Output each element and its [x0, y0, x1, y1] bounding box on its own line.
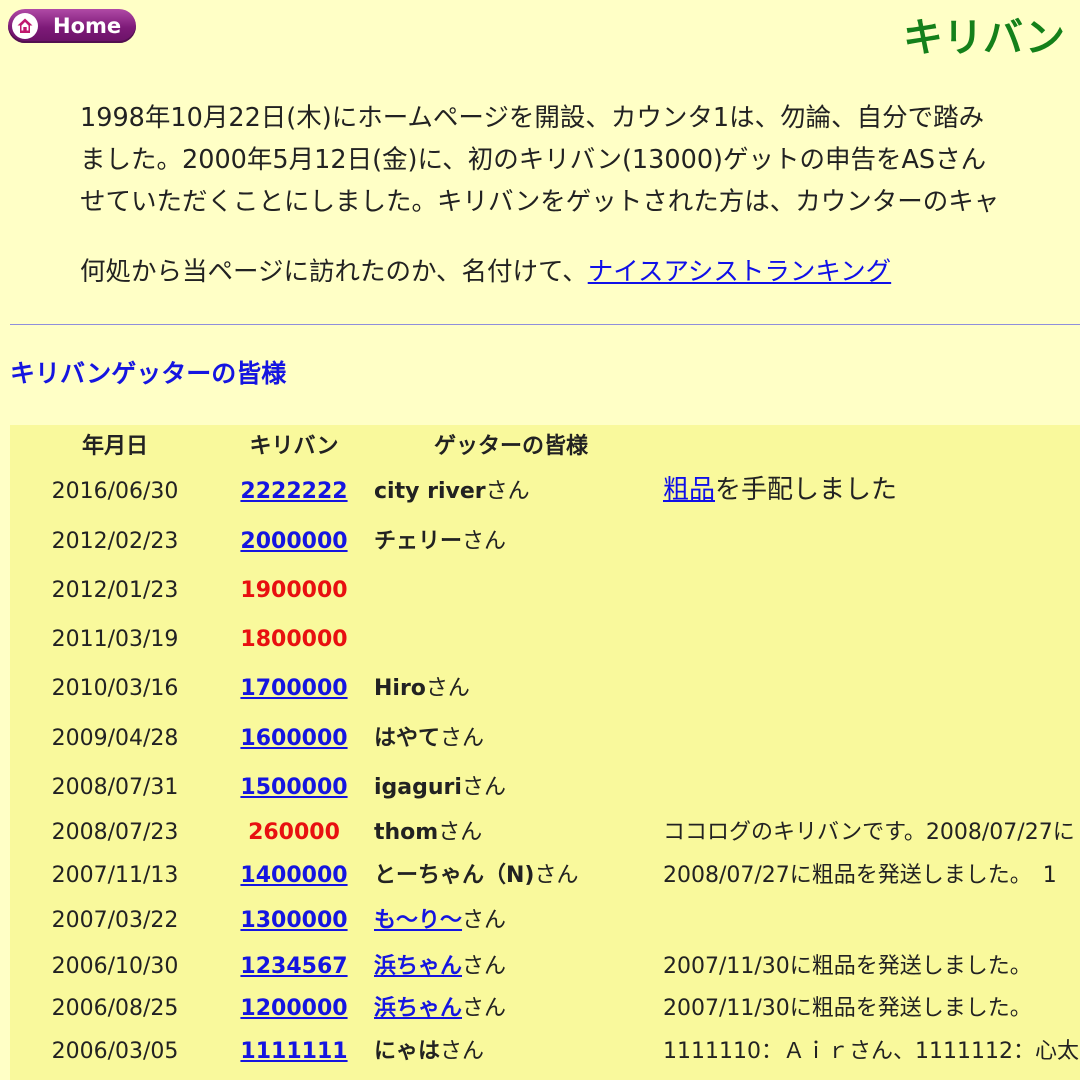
getter-name: にゃは — [374, 1039, 441, 1064]
row-date: 2012/01/23 — [51, 578, 179, 603]
row-note-text: 1111110：Ａｉｒさん、1111112：心太 — [663, 1039, 1079, 1064]
getter-honorific: さん — [534, 863, 579, 888]
getter-cell: チェリーさん — [374, 528, 506, 556]
getter-honorific: さん — [485, 479, 530, 504]
getter-name-link[interactable]: 浜ちゃん — [374, 954, 462, 979]
house-icon — [12, 13, 38, 39]
row-note-text: を手配しました — [715, 475, 898, 505]
nice-assist-paragraph: 何処から当ページに訪れたのか、名付けて、ナイスアシストランキング — [80, 251, 891, 293]
getter-cell: 浜ちゃんさん — [374, 953, 506, 981]
kiriban-number: 260000 — [248, 820, 340, 845]
row-date: 2010/03/16 — [51, 676, 179, 701]
home-button-label: Home — [53, 14, 122, 38]
row-date: 2006/08/25 — [51, 996, 179, 1021]
getter-cell: 浜ちゃんさん — [374, 995, 506, 1023]
getter-cell: とーちゃん（N)さん — [374, 862, 578, 890]
getter-name: チェリー — [374, 529, 463, 554]
getter-cell: はやてさん — [374, 725, 484, 753]
getter-cell: Hiroさん — [374, 675, 470, 703]
row-note: 粗品を手配しました — [663, 475, 897, 505]
row-note-text: 2007/11/30に粗品を発送しました。 — [663, 996, 1032, 1021]
kiriban-number-link[interactable]: 2000000 — [204, 528, 384, 556]
row-date: 2011/03/19 — [51, 627, 179, 652]
column-header-date: 年月日 — [81, 434, 148, 459]
row-date: 2007/03/22 — [51, 908, 179, 933]
getter-honorific: さん — [462, 954, 507, 979]
kiriban-number-link[interactable]: 1500000 — [204, 774, 384, 802]
row-note-text: 2008/07/27に粗品を発送しました。 1 — [663, 863, 1057, 888]
getter-cell: thomさん — [374, 819, 482, 847]
section-heading: キリバンゲッターの皆様 — [10, 359, 287, 388]
getter-name: thom — [374, 820, 439, 845]
row-date: 2006/10/30 — [51, 954, 179, 979]
kiriban-number-link[interactable]: 1300000 — [204, 907, 384, 935]
getter-cell: igaguriさん — [374, 774, 506, 802]
kiriban-number-link[interactable]: 1400000 — [204, 862, 384, 890]
getter-cell: も～り～さん — [374, 907, 506, 935]
getter-honorific: さん — [462, 529, 507, 554]
home-button[interactable]: Home — [8, 9, 136, 43]
divider — [10, 324, 1080, 325]
row-date: 2009/04/28 — [51, 726, 179, 751]
nice-assist-ranking-link[interactable]: ナイスアシストランキング — [588, 257, 891, 287]
row-date: 2008/07/31 — [51, 775, 179, 800]
getter-honorific: さん — [462, 996, 507, 1021]
getter-cell: にゃはさん — [374, 1038, 484, 1066]
column-header-getter: ゲッターの皆様 — [434, 434, 589, 459]
getter-name: city river — [374, 479, 486, 504]
nice-assist-text: 何処から当ページに訪れたのか、名付けて、 — [80, 257, 588, 287]
getter-honorific: さん — [461, 775, 506, 800]
getter-honorific: さん — [440, 726, 485, 751]
row-note: 2007/11/30に粗品を発送しました。 — [663, 953, 1032, 981]
getter-cell: city riverさん — [374, 478, 530, 506]
getter-honorific: さん — [440, 1039, 485, 1064]
row-date: 2016/06/30 — [51, 479, 179, 504]
kiriban-number-link[interactable]: 1700000 — [204, 675, 384, 703]
getter-name: Hiro — [374, 676, 426, 701]
row-date: 2006/03/05 — [51, 1039, 179, 1064]
row-date: 2008/07/23 — [51, 820, 179, 845]
kiriban-number: 1900000 — [240, 578, 348, 603]
getter-name: はやて — [374, 726, 441, 751]
row-note-text: 2007/11/30に粗品を発送しました。 — [663, 954, 1032, 979]
row-note: ココログのキリバンです。2008/07/27に — [663, 819, 1075, 847]
intro-paragraph: 1998年10月22日(木)にホームページを開設、カウンタ1は、勿論、自分で踏み… — [80, 97, 1080, 223]
getter-name: とーちゃん（N) — [374, 863, 535, 888]
intro-line: 1998年10月22日(木)にホームページを開設、カウンタ1は、勿論、自分で踏み — [80, 103, 985, 133]
intro-line: ました。2000年5月12日(金)に、初のキリバン(13000)ゲットの申告をA… — [80, 145, 987, 175]
page-title: キリバン — [903, 15, 1065, 61]
getter-honorific: さん — [425, 676, 470, 701]
row-date: 2012/02/23 — [51, 529, 179, 554]
kiriban-table: 年月日 キリバン ゲッターの皆様 2016/06/30 2222222 city r… — [10, 425, 1080, 1080]
kiriban-number: 1800000 — [240, 627, 348, 652]
kiriban-number-link[interactable]: 1234567 — [204, 953, 384, 981]
getter-name-link[interactable]: 浜ちゃん — [374, 996, 462, 1021]
intro-line: せていただくことにしました。キリバンをゲットされた方は、カウンターのキャ — [80, 187, 1000, 217]
getter-name-link[interactable]: も～り～ — [374, 908, 462, 933]
kiriban-number-link[interactable]: 2222222 — [204, 478, 384, 506]
kiriban-number-link[interactable]: 1111111 — [204, 1038, 384, 1066]
row-note: 2007/11/30に粗品を発送しました。 — [663, 995, 1032, 1023]
row-note: 1111110：Ａｉｒさん、1111112：心太 — [663, 1038, 1079, 1066]
getter-honorific: さん — [462, 908, 507, 933]
getter-name: igaguri — [374, 775, 462, 800]
kiriban-number-link[interactable]: 1200000 — [204, 995, 384, 1023]
getter-honorific: さん — [438, 820, 483, 845]
kiriban-number-link[interactable]: 1600000 — [204, 725, 384, 753]
row-note-text: ココログのキリバンです。2008/07/27に — [663, 820, 1075, 845]
column-header-kiriban: キリバン — [249, 434, 339, 459]
row-note: 2008/07/27に粗品を発送しました。 1 — [663, 862, 1057, 890]
gift-link[interactable]: 粗品 — [663, 475, 715, 505]
row-date: 2007/11/13 — [51, 863, 179, 888]
